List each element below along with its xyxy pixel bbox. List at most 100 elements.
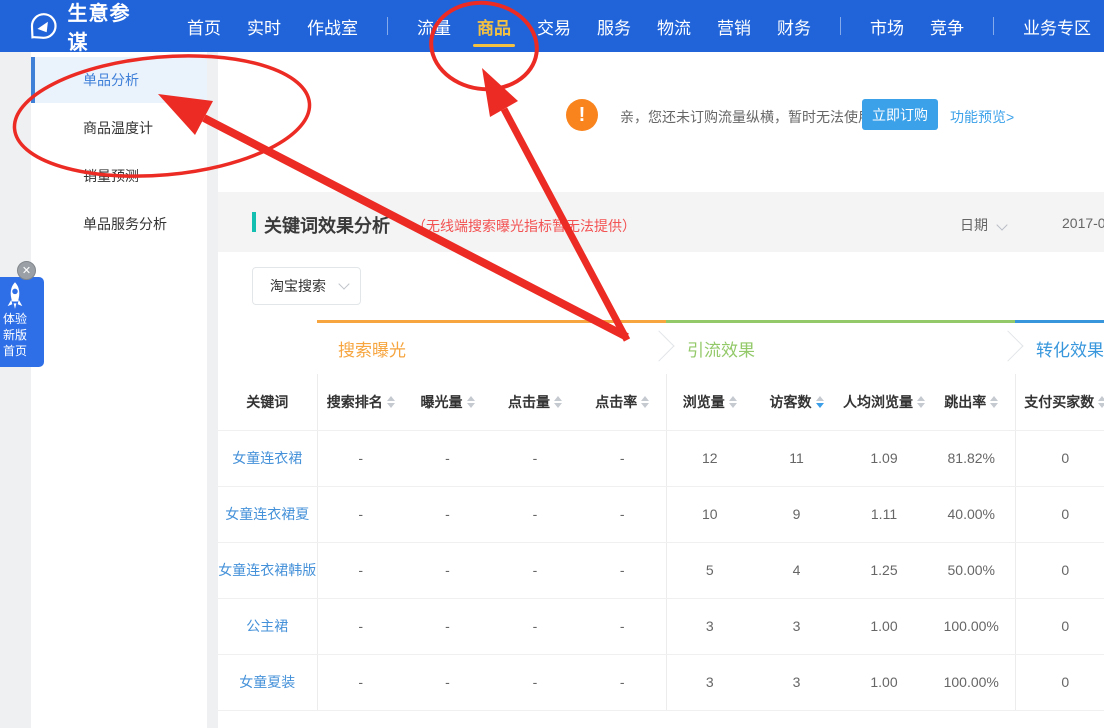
column-header-label: 访客数 [770, 392, 812, 412]
table-cell: 0 [1015, 486, 1104, 542]
keyword-link[interactable]: 女童连衣裙韩版 [218, 562, 316, 578]
column-header-label: 点击率 [595, 392, 637, 412]
table-group-2: 引流效果 [666, 320, 1015, 374]
nav-item-home[interactable]: 首页 [187, 0, 221, 52]
float-tab-line: 新版 [3, 327, 27, 343]
keyword-link[interactable]: 女童连衣裙 [232, 450, 302, 466]
sidebar-item-single-item-service-analysis[interactable]: 单品服务分析 [31, 201, 207, 247]
nav-item-traffic[interactable]: 流量 [417, 0, 451, 52]
nav-divider [840, 17, 841, 35]
sort-icon[interactable] [641, 396, 649, 408]
table-cell: - [317, 430, 404, 486]
column-header-label: 支付买家数 [1024, 392, 1094, 412]
table-cell: 0 [1015, 598, 1104, 654]
new-version-float-tab[interactable]: 体验 新版 首页 [0, 277, 44, 367]
table-cell: 3 [753, 654, 840, 710]
nav-item-realtime[interactable]: 实时 [247, 0, 281, 52]
top-nav: 生意参谋 首页实时作战室 流量商品交易服务物流营销财务 市场竞争 业务专区 [0, 0, 1104, 52]
table-group-label: 转化效果 [1036, 336, 1104, 361]
nav-divider [993, 17, 994, 35]
column-header-9[interactable]: 支付买家数 [1015, 374, 1104, 430]
table-cell: - [579, 598, 666, 654]
table-cell: - [579, 486, 666, 542]
sort-icon[interactable] [1098, 396, 1104, 408]
warning-icon: ! [566, 99, 598, 131]
keyword-cell: 公主裙 [218, 598, 317, 654]
table-header-row: 关键词搜索排名曝光量点击量点击率浏览量访客数人均浏览量跳出率支付买家数 [218, 374, 1104, 430]
table-cell: 1.25 [840, 542, 928, 598]
column-header-6[interactable]: 访客数 [753, 374, 840, 430]
table-group-3: 转化效果 [1015, 320, 1104, 374]
column-header-7[interactable]: 人均浏览量 [840, 374, 928, 430]
table-group-label: 搜索曝光 [338, 336, 406, 361]
table-cell: 3 [753, 598, 840, 654]
table-cell: 11 [753, 430, 840, 486]
float-tab-line: 体验 [3, 311, 27, 327]
keyword-link[interactable]: 女童连衣裙夏 [225, 506, 309, 522]
keyword-link[interactable]: 公主裙 [246, 618, 288, 634]
feature-preview-link[interactable]: 功能预览> [950, 107, 1014, 127]
table-cell: - [491, 486, 579, 542]
nav-item-finance[interactable]: 财务 [777, 0, 811, 52]
sidebar-item-product-thermometer[interactable]: 商品温度计 [31, 105, 207, 151]
sort-icon[interactable] [917, 396, 925, 408]
nav-item-business-zone[interactable]: 业务专区 [1023, 0, 1091, 52]
nav-item-marketing[interactable]: 营销 [717, 0, 751, 52]
keyword-link[interactable]: 女童夏装 [239, 674, 295, 690]
table-cell: - [404, 542, 491, 598]
sort-icon[interactable] [387, 396, 395, 408]
brand[interactable]: 生意参谋 [30, 0, 150, 55]
order-now-button[interactable]: 立即订购 [862, 99, 938, 130]
table-cell: 1.00 [840, 654, 928, 710]
column-header-1[interactable]: 搜索排名 [317, 374, 404, 430]
keyword-table: 搜索曝光引流效果转化效果 关键词搜索排名曝光量点击量点击率浏览量访客数人均浏览量… [218, 320, 1104, 711]
column-header-label: 曝光量 [421, 392, 463, 412]
nav-item-service[interactable]: 服务 [597, 0, 631, 52]
nav-item-logistics[interactable]: 物流 [657, 0, 691, 52]
nav-item-trade[interactable]: 交易 [537, 0, 571, 52]
sort-icon[interactable] [729, 396, 737, 408]
keyword-cell: 女童连衣裙 [218, 430, 317, 486]
nav-item-market[interactable]: 市场 [870, 0, 904, 52]
search-channel-dropdown[interactable]: 淘宝搜索 [252, 267, 361, 305]
table-cell: 9 [753, 486, 840, 542]
notice-text: 亲，您还未订购流量纵横，暂时无法使用！ [620, 107, 886, 127]
table-cell: 1.09 [840, 430, 928, 486]
column-header-3[interactable]: 点击量 [491, 374, 579, 430]
chevron-down-icon [338, 278, 349, 289]
keyword-cell: 女童连衣裙韩版 [218, 542, 317, 598]
table-cell: 81.82% [928, 430, 1015, 486]
column-header-label: 搜索排名 [327, 392, 383, 412]
nav-item-competition[interactable]: 竞争 [930, 0, 964, 52]
table-cell: - [491, 542, 579, 598]
sort-icon[interactable] [554, 396, 562, 408]
table-cell: 100.00% [928, 598, 1015, 654]
keyword-cell: 女童夏装 [218, 654, 317, 710]
date-filter[interactable]: 日期 [960, 215, 988, 235]
table-cell: - [491, 654, 579, 710]
section-accent-bar [252, 212, 256, 232]
table-group-header-row: 搜索曝光 引流效果转化效果 [218, 320, 1104, 374]
nav-item-war-room[interactable]: 作战室 [307, 0, 358, 52]
column-header-2[interactable]: 曝光量 [404, 374, 491, 430]
column-header-label: 人均浏览量 [843, 392, 913, 412]
column-header-8[interactable]: 跳出率 [928, 374, 1015, 430]
table-cell: 50.00% [928, 542, 1015, 598]
table-cell: 0 [1015, 654, 1104, 710]
column-header-4[interactable]: 点击率 [579, 374, 666, 430]
column-header-label: 浏览量 [683, 392, 725, 412]
sort-icon[interactable] [990, 396, 998, 408]
keyword-cell: 女童连衣裙夏 [218, 486, 317, 542]
table-cell: - [404, 486, 491, 542]
table-cell: - [491, 430, 579, 486]
table-cell: - [579, 542, 666, 598]
sidebar-item-sales-forecast[interactable]: 销量预测 [31, 153, 207, 199]
sort-icon[interactable] [816, 396, 824, 408]
close-icon[interactable]: ✕ [17, 261, 36, 280]
table-cell: 0 [1015, 430, 1104, 486]
nav-item-product[interactable]: 商品 [477, 0, 511, 52]
column-header-5[interactable]: 浏览量 [666, 374, 753, 430]
sort-icon[interactable] [467, 396, 475, 408]
sidebar-item-single-item-analysis[interactable]: 单品分析 [31, 57, 207, 103]
nav-menu: 首页实时作战室 流量商品交易服务物流营销财务 市场竞争 业务专区 [174, 0, 1104, 52]
